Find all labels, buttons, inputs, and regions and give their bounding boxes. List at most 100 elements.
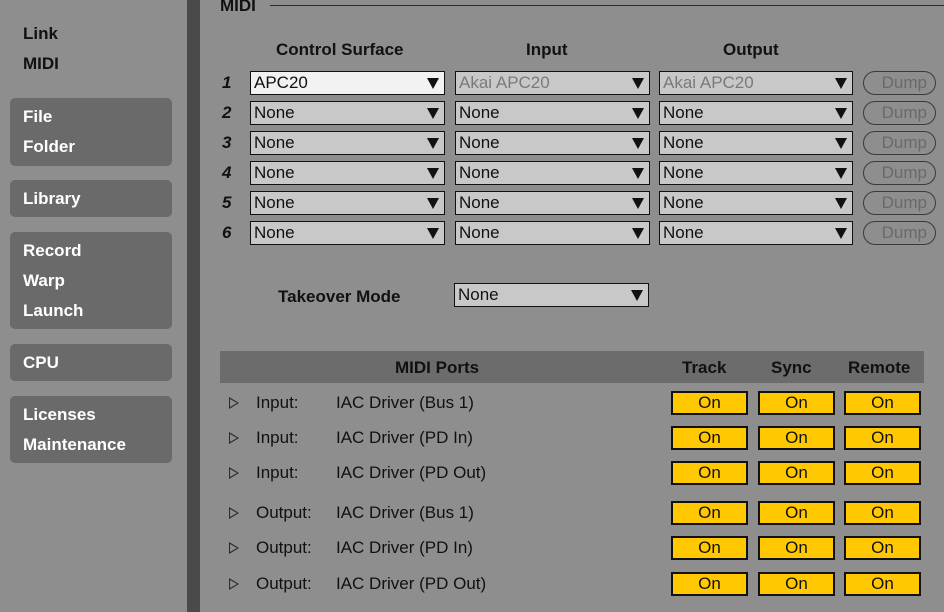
dump-button[interactable]: Dump — [863, 161, 936, 185]
sync-toggle[interactable]: On — [758, 572, 835, 596]
output-value: None — [663, 193, 704, 212]
dump-button[interactable]: Dump — [863, 101, 936, 125]
sidebar-item-file[interactable]: File — [23, 107, 172, 137]
takeover-mode-value: None — [458, 285, 499, 304]
remote-toggle[interactable]: On — [844, 461, 921, 485]
dump-button[interactable]: Dump — [863, 191, 936, 215]
chevron-down-icon — [835, 108, 847, 119]
port-name: IAC Driver (Bus 1) — [336, 503, 474, 522]
sidebar-item-link[interactable]: Link — [23, 24, 187, 54]
input-value: None — [459, 103, 500, 122]
remote-toggle[interactable]: On — [844, 572, 921, 596]
input-value: None — [459, 193, 500, 212]
sync-toggle[interactable]: On — [758, 426, 835, 450]
input-select[interactable]: None — [455, 191, 650, 215]
sidebar-item-library[interactable]: Library — [23, 189, 172, 219]
disclosure-triangle-icon[interactable] — [229, 578, 239, 590]
output-value: Akai APC20 — [663, 73, 754, 92]
disclosure-triangle-icon[interactable] — [229, 467, 239, 479]
sync-toggle[interactable]: On — [758, 501, 835, 525]
remote-toggle[interactable]: On — [844, 501, 921, 525]
remote-toggle[interactable]: On — [844, 391, 921, 415]
midi-port-row: Input: IAC Driver (Bus 1) On On On — [220, 391, 924, 421]
input-select[interactable]: None — [455, 161, 650, 185]
chevron-down-icon — [835, 228, 847, 239]
midi-preferences-panel: MIDI Control Surface Input Output 1 APC2… — [200, 0, 944, 612]
column-header-sync: Sync — [771, 358, 812, 377]
dump-button[interactable]: Dump — [863, 131, 936, 155]
sidebar-item-cpu[interactable]: CPU — [23, 353, 172, 383]
port-name: IAC Driver (PD Out) — [336, 574, 487, 593]
chevron-down-icon — [835, 198, 847, 209]
sync-toggle[interactable]: On — [758, 461, 835, 485]
chevron-down-icon — [632, 228, 644, 239]
control-surface-select[interactable]: APC20 — [250, 71, 445, 95]
sync-toggle[interactable]: On — [758, 391, 835, 415]
control-surface-select[interactable]: None — [250, 161, 445, 185]
output-select[interactable]: None — [659, 131, 853, 155]
output-select[interactable]: None — [659, 221, 853, 245]
remote-toggle[interactable]: On — [844, 426, 921, 450]
input-value: Akai APC20 — [459, 73, 550, 92]
dump-button[interactable]: Dump — [863, 221, 936, 245]
port-name: IAC Driver (Bus 1) — [336, 393, 474, 412]
input-select[interactable]: Akai APC20 — [455, 71, 650, 95]
track-toggle[interactable]: On — [671, 572, 748, 596]
surface-row-number: 6 — [222, 223, 232, 242]
sidebar-group-library: Library — [10, 180, 172, 217]
track-toggle[interactable]: On — [671, 426, 748, 450]
output-select[interactable]: Akai APC20 — [659, 71, 853, 95]
port-name: IAC Driver (PD In) — [336, 538, 473, 557]
column-header-track: Track — [682, 358, 727, 377]
surface-row-number: 1 — [222, 73, 232, 92]
disclosure-triangle-icon[interactable] — [229, 397, 239, 409]
sidebar-group-link-midi: Link MIDI — [10, 15, 187, 95]
output-select[interactable]: None — [659, 101, 853, 125]
chevron-down-icon — [427, 168, 439, 179]
chevron-down-icon — [835, 168, 847, 179]
port-type: Input: — [256, 463, 299, 482]
control-surface-value: None — [254, 163, 295, 182]
sidebar-group-licenses-maintenance: Licenses Maintenance — [10, 396, 172, 463]
chevron-down-icon — [427, 228, 439, 239]
control-surface-select[interactable]: None — [250, 191, 445, 215]
sidebar-item-maintenance[interactable]: Maintenance — [23, 435, 172, 465]
control-surface-select[interactable]: None — [250, 131, 445, 155]
output-value: None — [663, 103, 704, 122]
output-select[interactable]: None — [659, 161, 853, 185]
input-select[interactable]: None — [455, 101, 650, 125]
input-select[interactable]: None — [455, 221, 650, 245]
track-toggle[interactable]: On — [671, 501, 748, 525]
sidebar-item-launch[interactable]: Launch — [23, 301, 172, 331]
column-header-midi-ports: MIDI Ports — [395, 358, 480, 377]
section-title: MIDI — [220, 0, 256, 15]
sidebar-item-licenses[interactable]: Licenses — [23, 405, 172, 435]
midi-port-row: Output: IAC Driver (Bus 1) On On On — [220, 501, 924, 531]
midi-ports-header: MIDI Ports Track Sync Remote — [220, 351, 924, 383]
control-surface-select[interactable]: None — [250, 221, 445, 245]
input-select[interactable]: None — [455, 131, 650, 155]
dump-button[interactable]: Dump — [863, 71, 936, 95]
sync-toggle[interactable]: On — [758, 536, 835, 560]
track-toggle[interactable]: On — [671, 391, 748, 415]
takeover-mode-select[interactable]: None — [454, 283, 649, 307]
midi-port-row: Input: IAC Driver (PD In) On On On — [220, 426, 924, 456]
sidebar-item-folder[interactable]: Folder — [23, 137, 172, 167]
column-header-input: Input — [526, 40, 568, 59]
remote-toggle[interactable]: On — [844, 536, 921, 560]
control-surface-select[interactable]: None — [250, 101, 445, 125]
disclosure-triangle-icon[interactable] — [229, 507, 239, 519]
port-type: Output: — [256, 538, 312, 557]
port-type: Output: — [256, 503, 312, 522]
disclosure-triangle-icon[interactable] — [229, 432, 239, 444]
port-name: IAC Driver (PD Out) — [336, 463, 487, 482]
output-select[interactable]: None — [659, 191, 853, 215]
sidebar-item-record[interactable]: Record — [23, 241, 172, 271]
track-toggle[interactable]: On — [671, 536, 748, 560]
sidebar-item-midi[interactable]: MIDI — [23, 54, 187, 84]
midi-port-row: Output: IAC Driver (PD In) On On On — [220, 536, 924, 566]
sidebar-item-warp[interactable]: Warp — [23, 271, 172, 301]
chevron-down-icon — [427, 78, 439, 89]
disclosure-triangle-icon[interactable] — [229, 542, 239, 554]
track-toggle[interactable]: On — [671, 461, 748, 485]
